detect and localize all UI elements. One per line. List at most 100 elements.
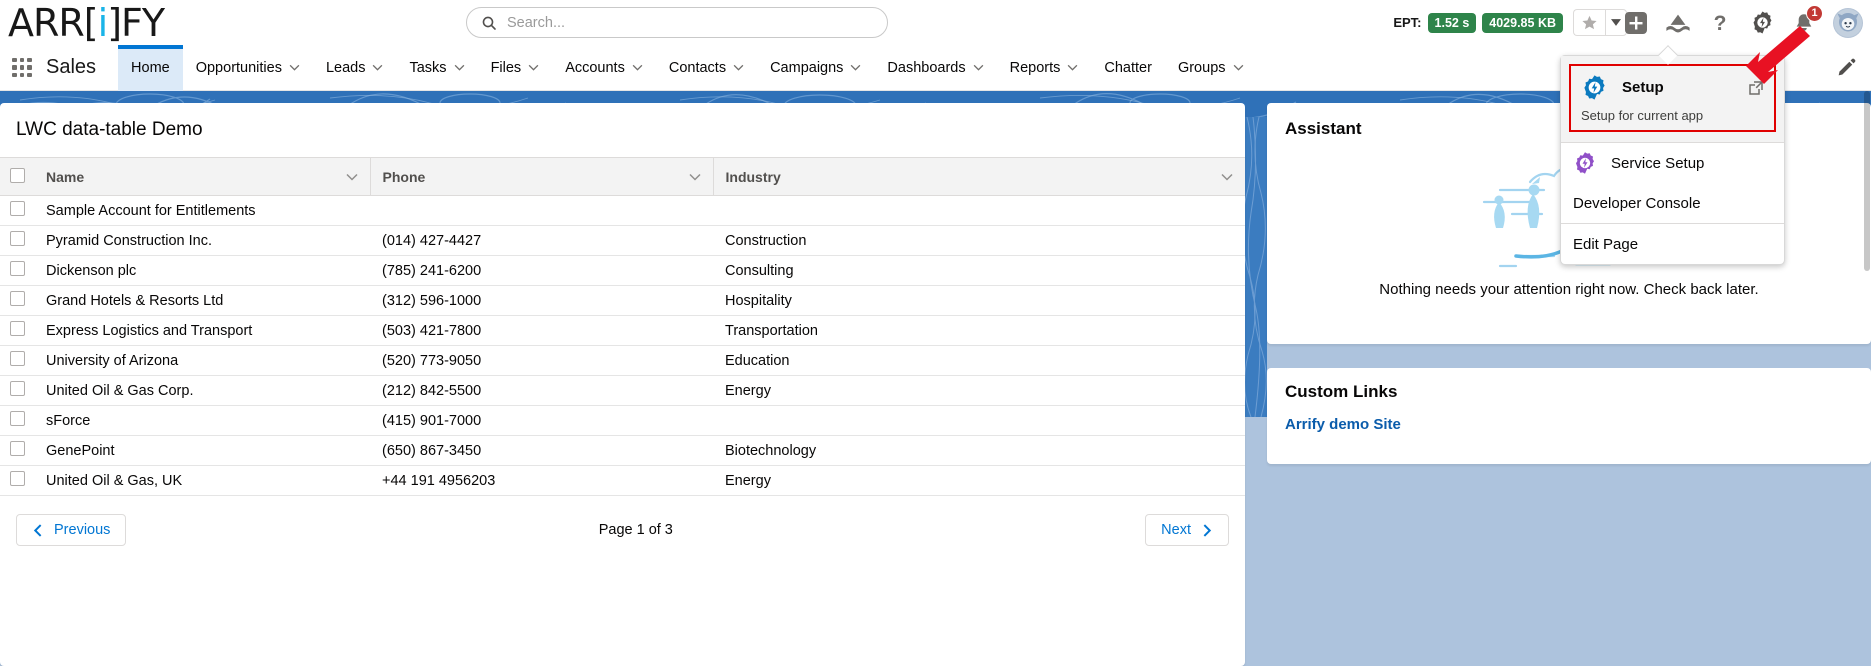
page-scrollbar[interactable] [1863,91,1871,666]
cell-phone: (415) 901-7000 [370,405,713,436]
chevron-down-icon [733,64,744,71]
menu-item-edit-page[interactable]: Edit Page [1561,224,1784,264]
cell-industry: Energy [713,465,1245,496]
column-header-name[interactable]: Name [34,157,371,196]
cell-name: Dickenson plc [34,255,370,286]
nav-item-accounts[interactable]: Accounts [552,45,656,91]
table-row[interactable]: sForce (415) 901-7000 [0,405,1245,436]
add-icon[interactable] [1623,10,1649,36]
row-checkbox[interactable] [10,411,25,426]
setup-gear-icon[interactable] [1749,10,1775,36]
nav-item-label: Groups [1177,59,1226,76]
user-avatar[interactable] [1833,7,1863,38]
nav-item-reports[interactable]: Reports [997,45,1092,91]
previous-page-button[interactable]: Previous [16,514,127,546]
chevron-down-icon[interactable] [345,173,358,181]
select-all-checkbox[interactable] [10,167,25,183]
row-checkbox[interactable] [10,321,25,336]
nav-item-groups[interactable]: Groups [1165,45,1257,91]
row-checkbox[interactable] [10,441,25,456]
row-select-cell[interactable] [0,345,34,376]
table-row[interactable]: Sample Account for Entitlements [0,195,1245,226]
row-select-cell[interactable] [0,465,34,496]
nav-item-contacts[interactable]: Contacts [656,45,757,91]
row-select-cell[interactable] [0,285,34,316]
notification-count-badge: 1 [1806,4,1823,22]
cell-name: Grand Hotels & Resorts Ltd [34,285,370,316]
chevron-right-icon [1203,523,1212,537]
row-select-cell[interactable] [0,195,34,226]
next-page-button[interactable]: Next [1145,514,1229,546]
row-select-cell[interactable] [0,255,34,286]
app-launcher-icon[interactable] [12,57,32,78]
table-pagination: Previous Page 1 of 3 Next [0,496,1245,546]
brand-logo[interactable]: ARR[i]FY [8,0,165,45]
setup-dropdown-menu: Setup Setup for current app Service Setu… [1560,45,1785,265]
chevron-down-icon[interactable] [688,173,701,181]
row-checkbox[interactable] [10,351,25,366]
menu-item-service-setup[interactable]: Service Setup [1561,143,1784,183]
table-row[interactable]: Dickenson plc (785) 241-6200 Consulting [0,255,1245,286]
select-all-header[interactable] [0,157,34,196]
row-select-cell[interactable] [0,225,34,256]
custom-links-title: Custom Links [1285,382,1398,401]
setup-hero-title: Setup [1622,79,1664,96]
favorites-mountain-icon[interactable] [1665,10,1691,36]
notifications-bell-icon[interactable]: 1 [1791,4,1823,36]
help-icon[interactable]: ? [1707,10,1733,36]
nav-item-campaigns[interactable]: Campaigns [757,45,874,91]
nav-item-files[interactable]: Files [478,45,553,91]
row-select-cell[interactable] [0,315,34,346]
nav-item-home[interactable]: Home [118,44,183,91]
search-input[interactable] [507,14,877,31]
column-header-phone[interactable]: Phone [370,157,714,196]
nav-item-chatter[interactable]: Chatter [1091,45,1165,91]
row-checkbox[interactable] [10,261,25,276]
table-row[interactable]: Grand Hotels & Resorts Ltd (312) 596-100… [0,285,1245,316]
favorite-star-icon[interactable] [1573,9,1605,36]
custom-link-item[interactable]: Arrify demo Site [1285,416,1871,433]
nav-item-label: Campaigns [770,59,844,76]
favorites-group[interactable] [1573,9,1627,36]
row-checkbox[interactable] [10,381,25,396]
row-select-cell[interactable] [0,375,34,406]
cell-phone: (650) 867-3450 [370,435,713,466]
current-app-name[interactable]: Sales [46,56,96,79]
background-column-gap [1241,116,1267,418]
table-row[interactable]: University of Arizona (520) 773-9050 Edu… [0,345,1245,376]
setup-hero-item[interactable]: Setup Setup for current app [1561,56,1784,142]
table-row[interactable]: Express Logistics and Transport (503) 42… [0,315,1245,346]
global-search[interactable] [466,7,888,38]
table-row[interactable]: Pyramid Construction Inc. (014) 427-4427… [0,225,1245,256]
scrollbar-thumb[interactable] [1864,91,1870,271]
cell-name: GenePoint [34,435,370,466]
row-select-cell[interactable] [0,405,34,436]
cell-industry: Consulting [713,255,1245,286]
setup-gear-icon [1584,75,1605,100]
table-row[interactable]: United Oil & Gas Corp. (212) 842-5500 En… [0,375,1245,406]
table-row[interactable]: GenePoint (650) 867-3450 Biotechnology [0,435,1245,466]
row-checkbox[interactable] [10,471,25,486]
nav-item-label: Accounts [565,59,625,76]
nav-item-dashboards[interactable]: Dashboards [874,45,996,91]
edit-pencil-icon[interactable] [1837,57,1857,77]
next-page-label: Next [1161,522,1191,538]
row-checkbox[interactable] [10,231,25,246]
chevron-down-icon[interactable] [1221,173,1233,181]
page-title: LWC data-table Demo [16,119,203,140]
cell-name: United Oil & Gas Corp. [34,375,370,406]
column-header-industry[interactable]: Industry [713,157,1245,196]
header-icon-cluster: ? 1 [1623,0,1863,45]
nav-item-label: Contacts [668,59,727,76]
chevron-down-icon [1233,64,1243,71]
row-checkbox[interactable] [10,201,25,216]
cell-industry: Transportation [713,315,1245,346]
row-select-cell[interactable] [0,435,34,466]
row-checkbox[interactable] [10,291,25,306]
nav-item-tasks[interactable]: Tasks [396,45,477,91]
nav-item-leads[interactable]: Leads [313,45,397,91]
table-row[interactable]: United Oil & Gas, UK +44 191 4956203 Ene… [0,465,1245,496]
nav-item-opportunities[interactable]: Opportunities [183,45,313,91]
brand-logo-i: i [97,0,109,45]
menu-item-developer-console[interactable]: Developer Console [1561,183,1784,223]
